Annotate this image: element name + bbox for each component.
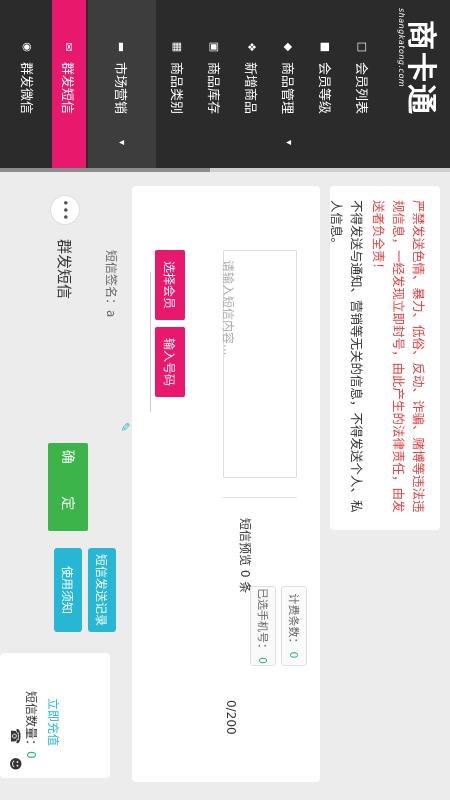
sms-icon: ✉	[62, 42, 76, 52]
menu-label: 群发短信	[59, 62, 75, 115]
billing-value: 0	[287, 651, 301, 659]
chevron-down-icon: ▾	[283, 140, 295, 146]
scrollbar-thumb[interactable]	[0, 168, 210, 172]
sms-record-button[interactable]: 短信发送记录	[88, 548, 116, 632]
user-list-icon: □	[356, 41, 370, 53]
sidebar-item-member-level[interactable]: ■ 会员等级	[309, 0, 343, 170]
user-icon[interactable]: ☻	[7, 757, 22, 771]
warning-text-red: 严禁发送色情、暴力、低俗、反动、诈骗、赌博等违法违规信息，一经发现立即封号，由此…	[371, 200, 426, 513]
sidebar: 商卡通 shangkatong.com □ 会员列表 ■ 会员等级 ◆ 商品管理…	[0, 0, 450, 170]
sidebar-item-product-stock[interactable]: ▣ 商品库存	[198, 0, 232, 170]
menu-label: 会员等级	[316, 62, 332, 115]
billing-count-box: 计费条数： 0	[281, 586, 307, 666]
select-member-button[interactable]: 选择会员	[155, 250, 185, 320]
input-phone-button[interactable]: 输入号码	[155, 327, 185, 397]
chevron-down-icon: ▾	[116, 140, 128, 146]
page-title: 群发短信	[55, 239, 74, 300]
pencil-icon[interactable]: ✎	[118, 422, 132, 432]
sms-signature-input[interactable]	[150, 272, 151, 412]
usage-tip-button[interactable]: 使用须知	[54, 548, 82, 632]
menu-label: 商品类别	[168, 62, 184, 115]
sms-signature-label: 短信签名：a	[104, 250, 118, 318]
sidebar-item-product-manage[interactable]: ◆ 商品管理 ▾	[272, 0, 306, 170]
menu-label: 商品管理	[279, 62, 295, 115]
sidebar-item-group-wechat[interactable]: ◉ 群发微信	[11, 0, 45, 170]
brand-domain: shangkatong.com	[397, 8, 406, 88]
menu-label: 新增商品	[242, 62, 258, 115]
brand-name: 商卡通	[403, 20, 438, 116]
gift-icon: ❖	[245, 42, 259, 52]
cart-icon: ▣	[208, 41, 222, 53]
sidebar-item-member-list[interactable]: □ 会员列表	[346, 0, 380, 170]
sms-preview-label: 短信预览 0 条	[238, 518, 252, 594]
rotated-screen: 商卡通 shangkatong.com □ 会员列表 ■ 会员等级 ◆ 商品管理…	[0, 0, 450, 800]
warning-text: 不得发送与通知、营销等无关的信息，不得发送个人、私人信息。	[329, 200, 364, 513]
sidebar-item-group-sms[interactable]: ✉ 群发短信	[52, 0, 86, 170]
menu-label: 商品库存	[205, 62, 221, 115]
headset-icon[interactable]: ☎	[7, 728, 22, 744]
sms-count-label: 短信数量：	[24, 691, 38, 752]
sms-count: 短信数量：0	[23, 691, 40, 759]
selected-phone-box: 已选手机号： 0	[250, 586, 276, 666]
confirm-button[interactable]: 确 定	[48, 443, 88, 531]
menu-label: 市场营销	[112, 62, 128, 115]
sms-content-placeholder: 请输入短信内容...	[221, 260, 235, 356]
brand-logo: 商卡通 shangkatong.com	[392, 6, 446, 126]
warning-card: 严禁发送色情、暴力、低俗、反动、诈骗、赌博等违法违规信息，一经发现立即封号，由此…	[329, 186, 440, 530]
selected-phone-label: 已选手机号：	[256, 588, 269, 654]
selected-phone-value: 0	[256, 657, 270, 664]
palette-icon: ◉	[21, 42, 35, 52]
badge-icon: ■	[319, 41, 333, 53]
divider	[222, 497, 297, 498]
grid-icon: ▦	[171, 41, 185, 53]
tag-icon: ◆	[282, 42, 296, 52]
sidebar-item-product-category[interactable]: ▦ 商品类别	[161, 0, 195, 170]
sidebar-item-marketing[interactable]: ▬ 市场营销 ▾	[88, 0, 156, 170]
sms-count-value: 0	[24, 751, 38, 759]
menu-label: 会员列表	[353, 62, 369, 115]
book-icon: ▬	[115, 41, 129, 53]
sidebar-item-new-product[interactable]: ❖ 新增商品	[235, 0, 269, 170]
more-button[interactable]: •••	[50, 195, 80, 225]
menu-label: 群发微信	[18, 62, 34, 115]
billing-label: 计费条数：	[287, 593, 300, 649]
recharge-link[interactable]: 立即充值	[45, 698, 62, 746]
char-count: 0/200	[224, 700, 238, 735]
